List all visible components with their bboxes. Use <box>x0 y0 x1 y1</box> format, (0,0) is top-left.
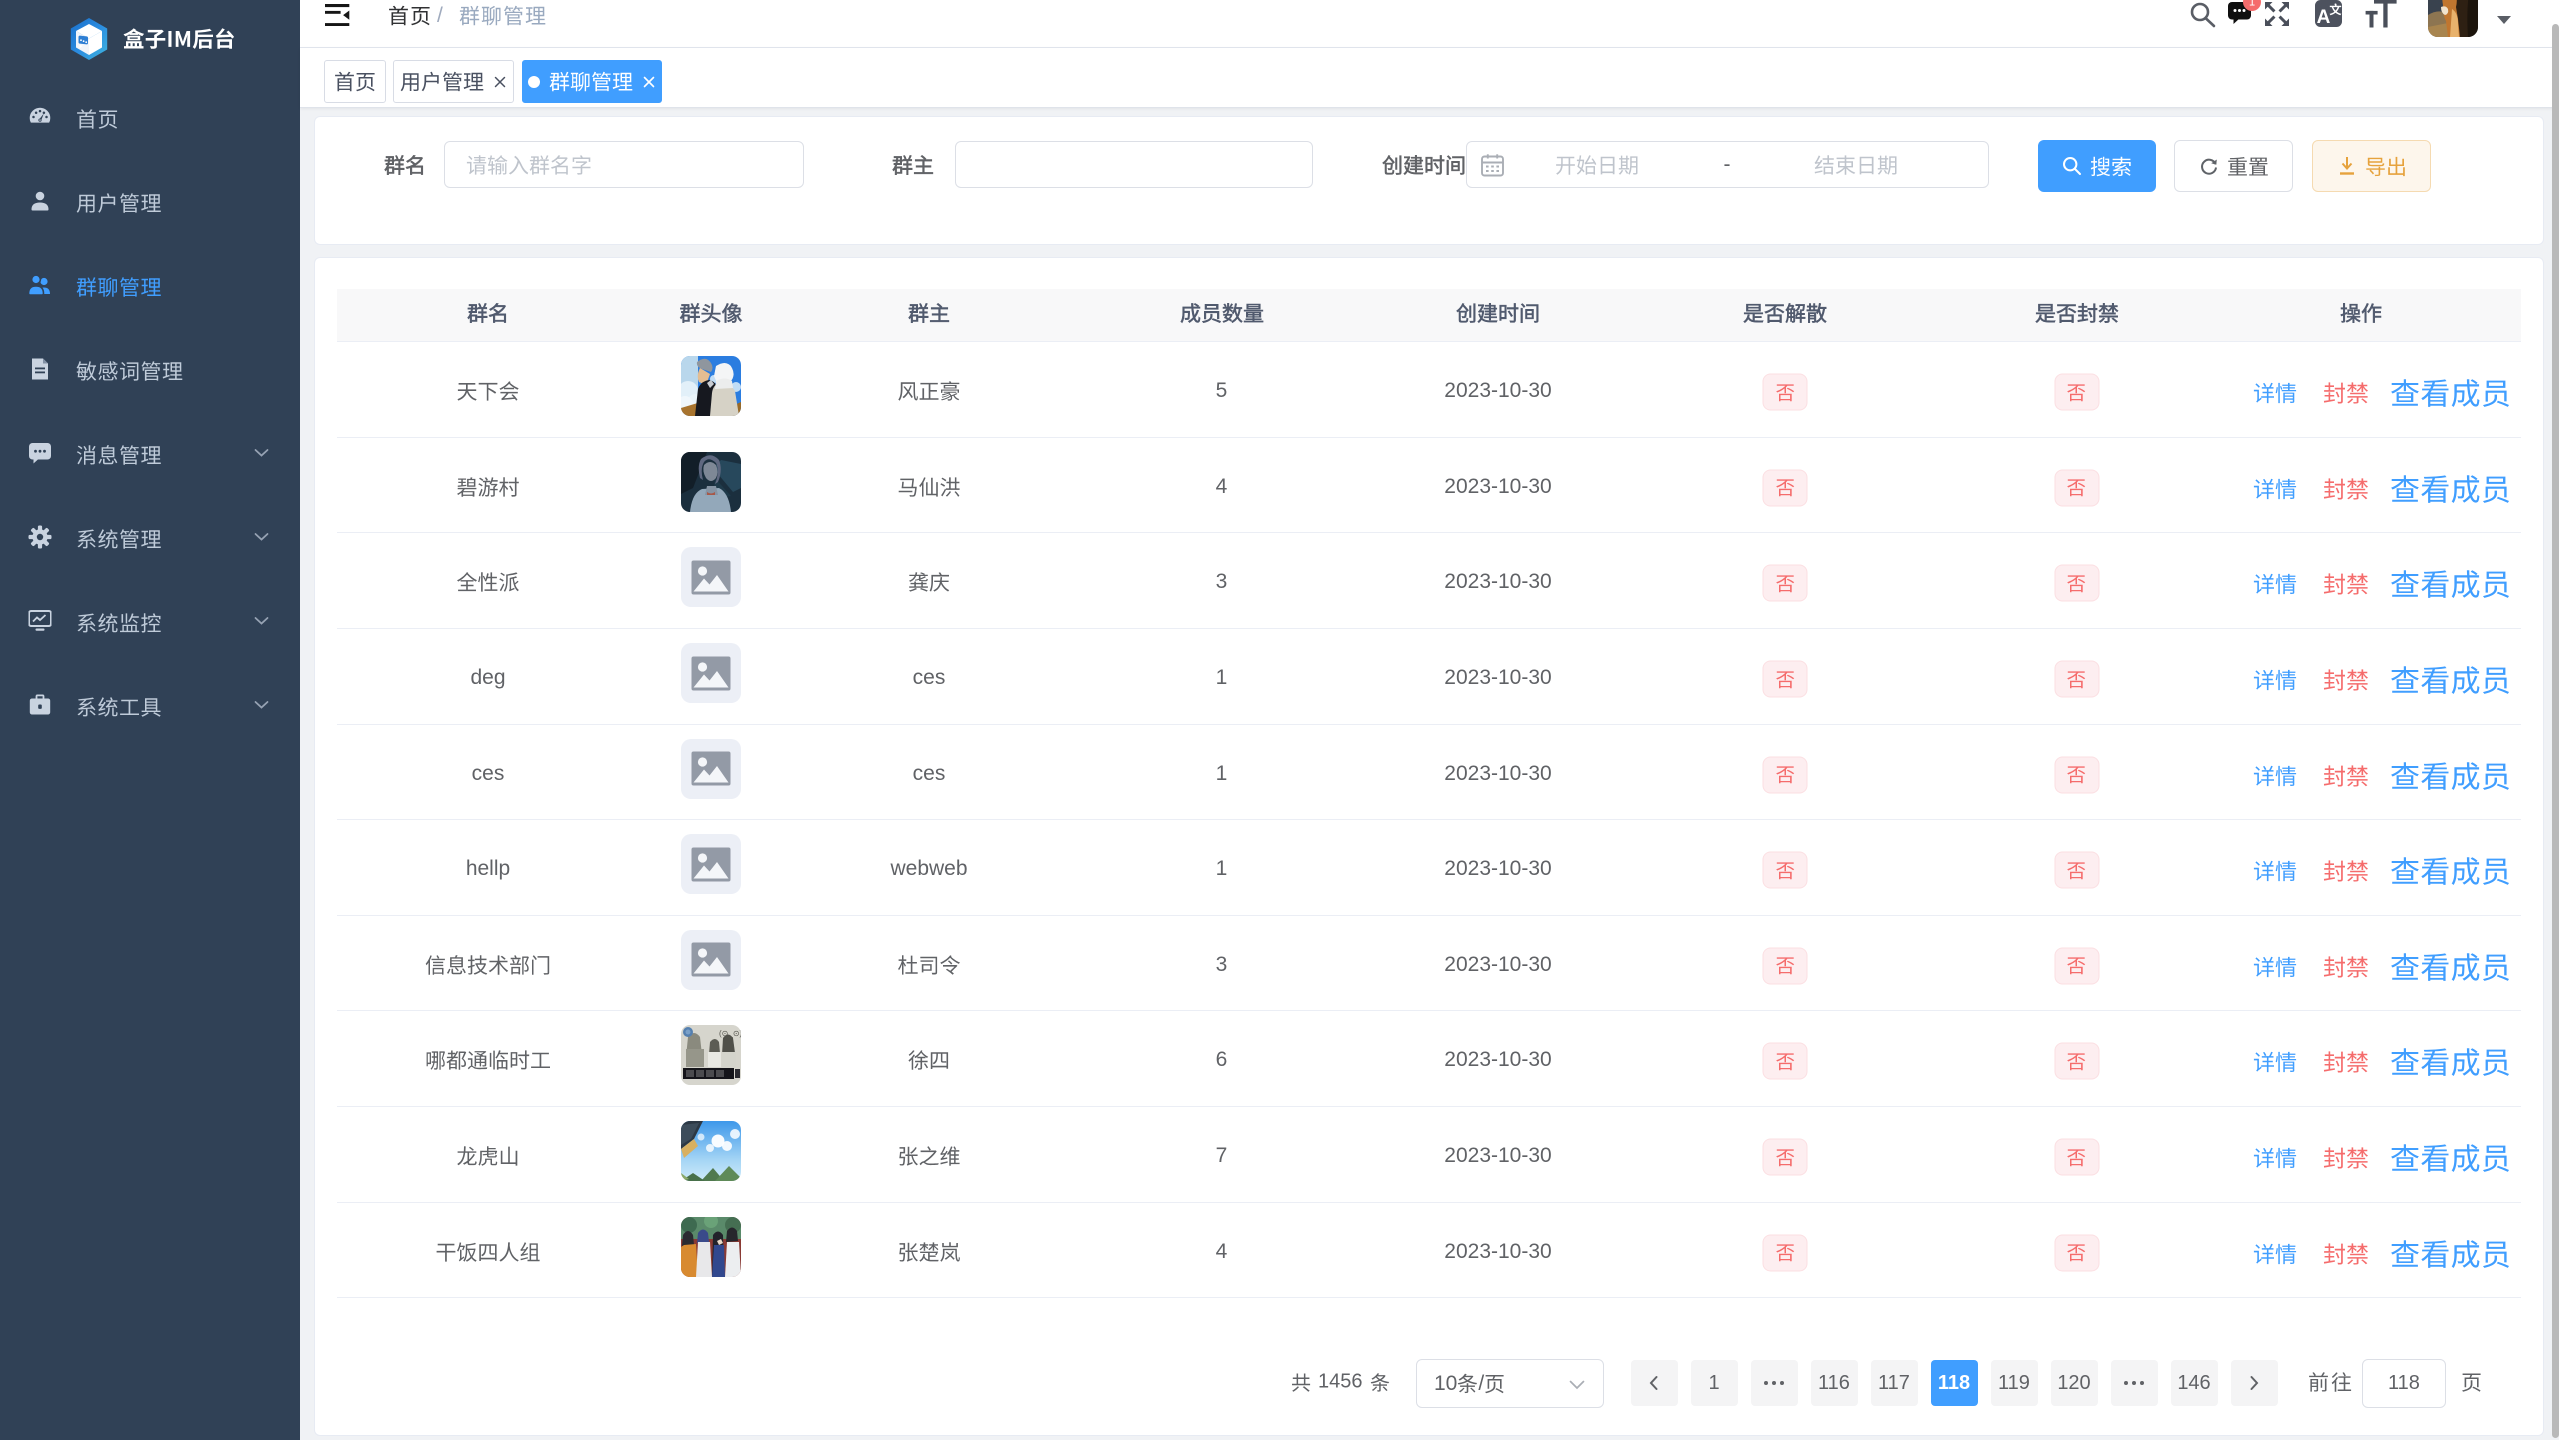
svg-text:(⊙_⊙): (⊙_⊙) <box>719 1029 741 1038</box>
svg-text:A: A <box>2317 7 2331 27</box>
svg-text:1: 1 <box>2249 0 2255 9</box>
